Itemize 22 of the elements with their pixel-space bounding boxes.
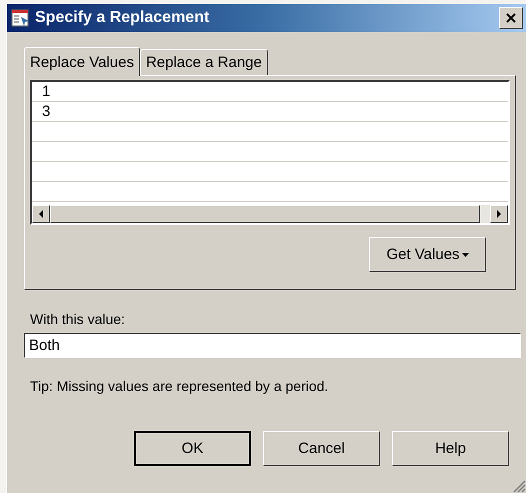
tab[interactable]: Replace a Range	[140, 49, 268, 75]
list-item[interactable]: 3	[32, 102, 50, 121]
left-arrow-icon	[39, 210, 43, 218]
horizontal-scrollbar[interactable]	[32, 205, 508, 223]
scroll-right-button[interactable]	[490, 205, 508, 223]
close-icon	[506, 13, 516, 23]
dialog-button[interactable]: OK	[134, 431, 251, 466]
app-icon	[11, 8, 31, 28]
value-field[interactable]: Both	[24, 333, 521, 358]
resize-grip-icon[interactable]	[512, 479, 526, 493]
caret-icon	[462, 252, 469, 256]
dialog-button[interactable]: Help	[392, 431, 509, 466]
list-item[interactable]: 1	[32, 82, 50, 101]
get-values-button[interactable]: Get Values	[369, 237, 486, 272]
dialog-button[interactable]: Cancel	[263, 431, 380, 466]
tip-text: Tip: Missing values are represented by a period.	[30, 378, 330, 394]
tab[interactable]: Replace Values	[24, 47, 140, 76]
window-title: Specify a Replacement	[35, 9, 210, 27]
close-button[interactable]	[499, 7, 523, 29]
right-arrow-icon	[497, 210, 501, 218]
field-label: With this value:	[30, 311, 126, 327]
scroll-left-button[interactable]	[32, 205, 50, 223]
